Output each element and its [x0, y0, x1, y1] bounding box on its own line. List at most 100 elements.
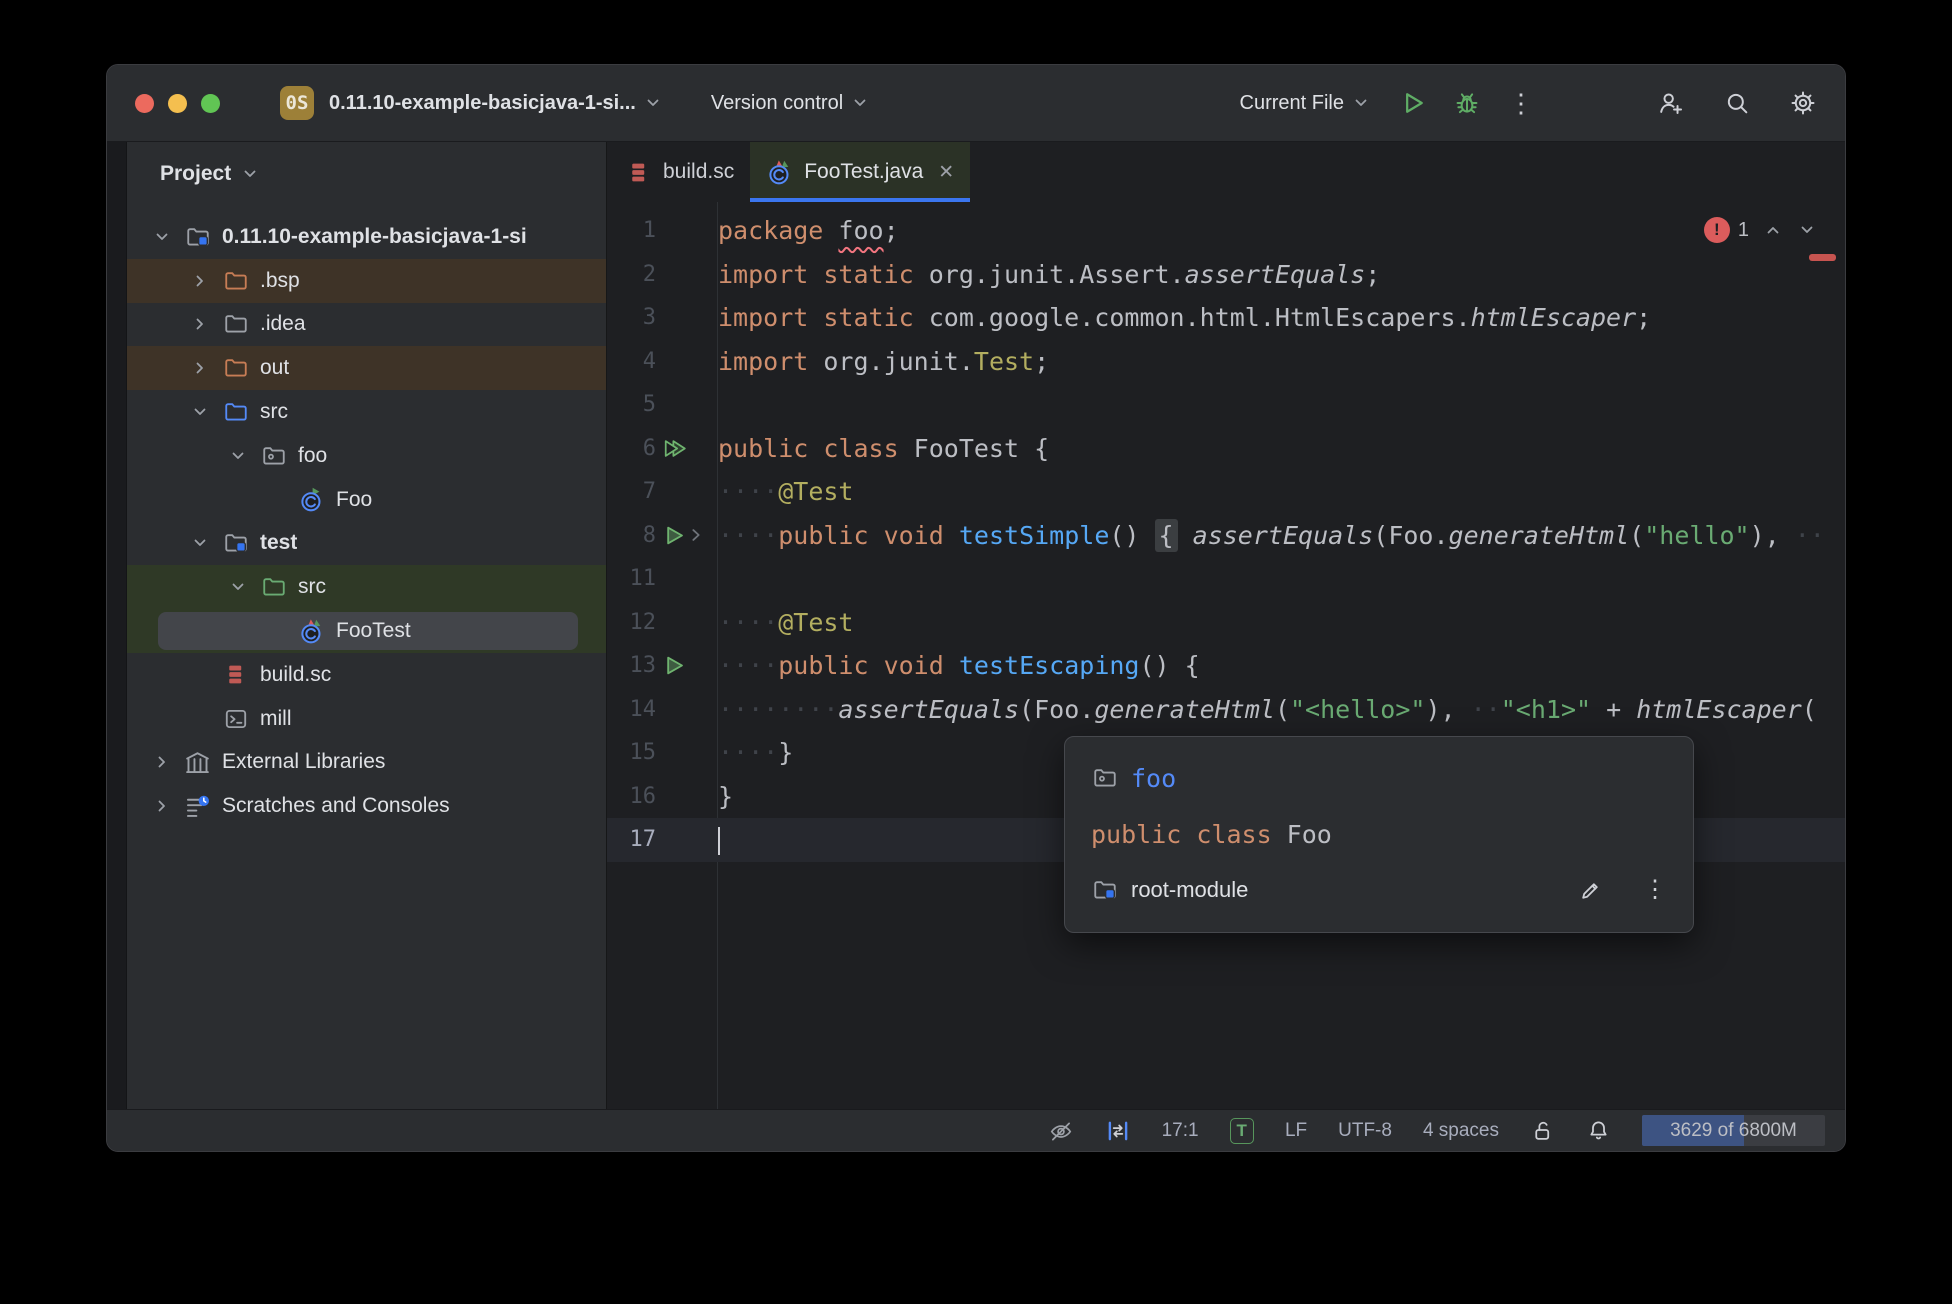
- line-separator-widget[interactable]: LF: [1285, 1120, 1307, 1142]
- tree-item-footest[interactable]: FooTest: [127, 609, 606, 653]
- close-window-button[interactable]: [135, 93, 154, 113]
- readonly-lock-widget[interactable]: [1530, 1118, 1555, 1143]
- tree-item-0-11-10-example-basicjava-1-si[interactable]: 0.11.10-example-basicjava-1-si: [127, 215, 606, 259]
- tree-item--bsp[interactable]: .bsp: [127, 258, 606, 303]
- chevron-right-icon[interactable]: [186, 358, 222, 378]
- chevron-right-icon[interactable]: [148, 796, 184, 816]
- chevron-down-icon[interactable]: [148, 227, 184, 247]
- tree-item-label: mill: [260, 706, 292, 730]
- code-text: ····}: [718, 738, 793, 767]
- code-line-12[interactable]: 12 ····@Test: [607, 601, 1845, 645]
- settings-button[interactable]: [1783, 83, 1823, 123]
- tree-item--idea[interactable]: .idea: [127, 303, 606, 347]
- code-token: ;: [1365, 259, 1381, 289]
- tree-item-scratches-and-consoles[interactable]: Scratches and Consoles: [127, 784, 606, 828]
- code-token: testSimple: [958, 520, 1110, 550]
- class-runnable-icon: [298, 486, 325, 513]
- folder-excluded-icon: [222, 355, 249, 382]
- next-error-button[interactable]: [1797, 220, 1817, 240]
- chevron-right-icon[interactable]: [148, 752, 184, 772]
- kebab-menu-icon[interactable]: ⋮: [1643, 878, 1667, 902]
- chevron-down-icon[interactable]: [186, 533, 222, 553]
- previous-error-button[interactable]: [1763, 220, 1783, 240]
- code-token: (: [1801, 694, 1817, 724]
- run-icon[interactable]: [663, 524, 686, 547]
- more-actions-button[interactable]: ⋮: [1501, 83, 1541, 123]
- code-line-7[interactable]: 7 ····@Test: [607, 470, 1845, 514]
- tree-item-out[interactable]: out: [127, 346, 606, 391]
- project-panel-header[interactable]: Project: [160, 162, 260, 186]
- run-configuration-widget[interactable]: Current File: [1240, 92, 1371, 115]
- popup-class-row[interactable]: public class Foo: [1065, 806, 1693, 862]
- edit-pencil-icon[interactable]: [1577, 877, 1604, 904]
- code-text: ····public void testEscaping() {: [718, 651, 1200, 680]
- code-line-8[interactable]: 8 ····public void testSimple() { assertEq…: [607, 514, 1845, 558]
- vcs-widget[interactable]: Version control: [711, 92, 870, 115]
- code-editor[interactable]: 1 package foo; 2 import static org.junit.As…: [607, 202, 1845, 1109]
- tree-item-src[interactable]: src: [127, 565, 606, 610]
- code-line-5[interactable]: 5: [607, 383, 1845, 427]
- search-everywhere-button[interactable]: [1717, 83, 1757, 123]
- inspections-widget[interactable]: ! 1: [1703, 217, 1817, 243]
- chevron-down-icon[interactable]: [186, 402, 222, 422]
- mode-badge[interactable]: T: [1229, 1117, 1254, 1144]
- chevron-down-icon[interactable]: [224, 446, 260, 466]
- code-line-14[interactable]: 14 ········assertEquals(Foo.generateHtml(…: [607, 688, 1845, 732]
- memory-text: 3629 of 6800M: [1670, 1119, 1797, 1141]
- notifications-widget[interactable]: [1586, 1118, 1611, 1143]
- line-number: 1: [642, 218, 656, 244]
- minimize-window-button[interactable]: [168, 93, 187, 113]
- fold-chevron-icon[interactable]: [687, 526, 705, 544]
- project-widget[interactable]: 0.11.10-example-basicjava-1-si...: [314, 92, 663, 115]
- tree-item-label: foo: [298, 443, 328, 467]
- tab-footest-java[interactable]: FooTest.java ✕: [750, 142, 971, 202]
- tree-item-mill[interactable]: mill: [127, 697, 606, 741]
- code-token: +: [1591, 694, 1637, 724]
- gutter-slot: [656, 524, 718, 547]
- run-button[interactable]: [1393, 83, 1433, 123]
- chevron-down-icon: [1351, 93, 1371, 113]
- tree-item-foo[interactable]: foo: [127, 434, 606, 478]
- code-line-13[interactable]: 13 ····public void testEscaping() {: [607, 644, 1845, 688]
- code-line-6[interactable]: 6 public class FooTest {: [607, 427, 1845, 471]
- chevron-right-icon[interactable]: [186, 314, 222, 334]
- debug-button[interactable]: [1447, 83, 1487, 123]
- tree-item-label: 0.11.10-example-basicjava-1-si: [222, 224, 527, 248]
- code-with-me-button[interactable]: [1651, 83, 1691, 123]
- code-line-2[interactable]: 2 import static org.junit.Assert.assertEq…: [607, 253, 1845, 297]
- code-token: ····: [718, 738, 779, 768]
- chevron-right-icon[interactable]: [186, 271, 222, 291]
- run-icon[interactable]: [663, 654, 686, 677]
- editor-tab-bar: build.sc FooTest.java ✕: [607, 142, 1845, 202]
- chevron-down-icon[interactable]: [224, 577, 260, 597]
- run-all-icon[interactable]: [663, 437, 687, 460]
- error-stripe-mark[interactable]: [1809, 254, 1836, 261]
- memory-indicator[interactable]: 3629 of 6800M: [1642, 1115, 1825, 1146]
- caret-position-widget[interactable]: 17:1: [1162, 1120, 1199, 1142]
- maximize-window-button[interactable]: [201, 93, 220, 113]
- code-line-11[interactable]: 11: [607, 557, 1845, 601]
- code-token: com.google.common.html.HtmlEscapers.: [913, 303, 1471, 333]
- tree-item-build-sc[interactable]: build.sc: [127, 653, 606, 697]
- tree-item-test[interactable]: test: [127, 522, 606, 566]
- popup-package-row[interactable]: foo: [1065, 750, 1693, 806]
- project-avatar[interactable]: 0S: [280, 86, 314, 120]
- code-line-3[interactable]: 3 import static com.google.common.html.Ht…: [607, 296, 1845, 340]
- tree-item-src[interactable]: src: [127, 390, 606, 434]
- highlighting-level-widget[interactable]: [1048, 1118, 1074, 1144]
- tab-build-sc[interactable]: build.sc: [609, 142, 750, 202]
- code-line-1[interactable]: 1 package foo;: [607, 209, 1845, 253]
- code-text: package foo;: [718, 216, 899, 245]
- indent-widget[interactable]: 4 spaces: [1423, 1120, 1499, 1142]
- encoding-widget[interactable]: UTF-8: [1338, 1120, 1392, 1142]
- tree-item-foo[interactable]: Foo: [127, 478, 606, 522]
- project-panel-title: Project: [160, 162, 232, 185]
- close-tab-icon[interactable]: ✕: [938, 161, 954, 184]
- wrap-widget[interactable]: [1105, 1118, 1131, 1144]
- tree-item-external-libraries[interactable]: External Libraries: [127, 741, 606, 785]
- code-text: }: [718, 782, 733, 811]
- popup-module-row[interactable]: root-module ⋮: [1065, 862, 1693, 918]
- code-line-4[interactable]: 4 import org.junit.Test;: [607, 340, 1845, 384]
- code-token: (): [1109, 520, 1155, 550]
